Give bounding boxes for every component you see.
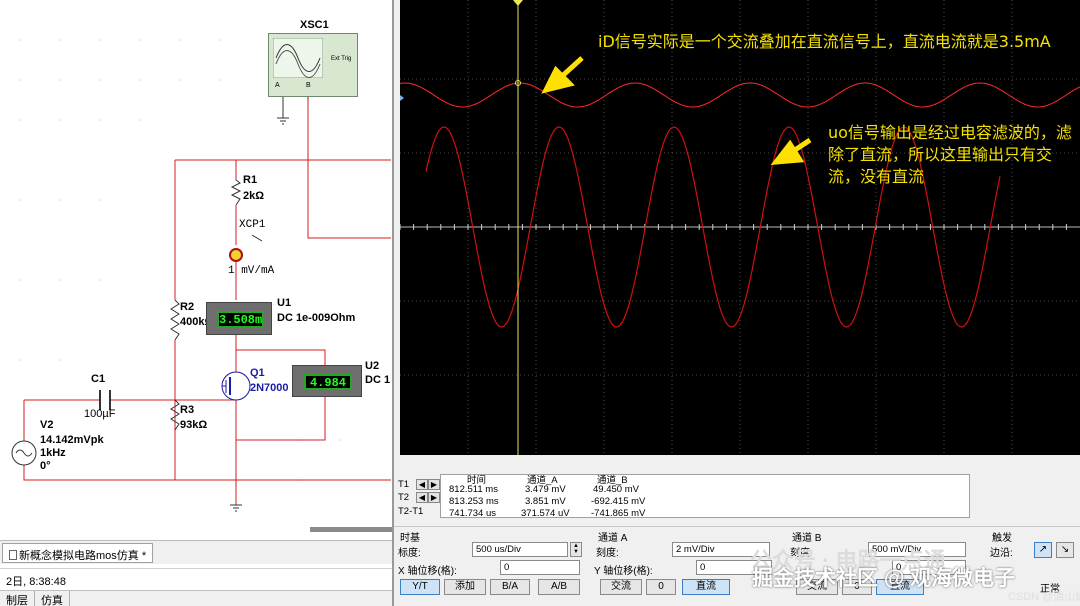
probe-name: XCP1: [239, 219, 266, 231]
schematic-canvas[interactable]: XSC1 A B Ext Trig R1 2kΩ XCP1 1 mV/mA R2…: [0, 0, 392, 540]
timebase-xpos-label: X 轴位移(格):: [398, 566, 457, 577]
readout-t2-time: 813.253 ms: [449, 496, 499, 507]
trigger-edge-label: 边沿:: [990, 548, 1013, 559]
yt-button[interactable]: Y/T: [400, 579, 440, 595]
cursor-readout: T1 ◀ ▶ T2 ◀ ▶ T2-T1 时间 通道_A 通道_B 812.511…: [394, 468, 1080, 524]
status-tab-simulation[interactable]: 仿真: [35, 591, 70, 606]
channel-a-zero-button[interactable]: 0: [646, 579, 676, 595]
osc-channel-a: A: [275, 82, 280, 89]
v2-name: V2: [40, 419, 54, 431]
scope-display: [400, 0, 1080, 455]
annotation-id-signal: iD信号实际是一个交流叠加在直流信号上，直流电流就是3.5mA: [598, 32, 1051, 51]
scope-screen-icon: [273, 38, 323, 78]
u2-name: U2: [365, 360, 380, 372]
status-datetime: 2日, 8:38:48: [6, 576, 66, 588]
timebase-scale-label: 标度:: [398, 548, 421, 559]
oscilloscope-window: iD信号实际是一个交流叠加在直流信号上，直流电流就是3.5mA uo信号输出是经…: [392, 0, 1080, 606]
document-tab-label: 新概念模拟电路mos仿真 *: [19, 550, 147, 562]
readout-row-t1-label: T1: [398, 479, 410, 490]
readout-table: 时间 通道_A 通道_B 812.511 ms 3.479 mV 49.450 …: [440, 474, 970, 519]
q1-name: Q1: [250, 367, 265, 379]
readout-diff-time: 741.734 us: [449, 508, 497, 519]
annotation-uo-signal: uo信号输出是经过电容滤波的，滤除了直流，所以这里输出只有交流，没有直流: [828, 123, 1072, 186]
r3-value: 93kΩ: [180, 419, 208, 431]
ba-button[interactable]: B/A: [490, 579, 530, 595]
u2-reading: 4.984: [304, 374, 352, 390]
osc-ext-trig: Ext Trig: [331, 56, 352, 62]
add-button[interactable]: 添加: [444, 579, 486, 595]
u2-desc: DC 1: [365, 374, 391, 386]
readout-row-diff-label: T2-T1: [398, 506, 424, 517]
osc-channel-b: B: [306, 82, 311, 89]
r3-name: R3: [180, 404, 195, 416]
annotation-arrows: [541, 56, 812, 165]
timebase-title: 时基: [400, 533, 420, 544]
r1-name: R1: [243, 174, 258, 186]
channel-a-dc-button[interactable]: 直流: [682, 579, 730, 595]
channel-a-title: 通道 A: [598, 533, 628, 544]
channel-a-scale-label: 刻度:: [596, 548, 619, 559]
readout-t1-a: 3.479 mV: [525, 484, 566, 495]
v2-frequency: 1kHz: [40, 447, 66, 459]
channel-a-trace: [400, 82, 1080, 108]
status-bar: 2日, 8:38:48: [0, 568, 392, 590]
oscilloscope-screen[interactable]: iD信号实际是一个交流叠加在直流信号上，直流电流就是3.5mA uo信号输出是经…: [400, 0, 1080, 455]
document-tab-bar: 新概念模拟电路mos仿真 *: [0, 540, 392, 564]
u2-multimeter[interactable]: 4.984: [292, 365, 362, 397]
c1-name: C1: [91, 373, 106, 385]
xsc1-oscilloscope[interactable]: A B Ext Trig: [268, 33, 358, 97]
readout-t2-a: 3.851 mV: [525, 496, 566, 507]
u1-name: U1: [277, 297, 292, 309]
t1-right-arrow-button[interactable]: ▶: [428, 479, 440, 490]
probe-scale: 1 mV/mA: [228, 265, 275, 277]
q1-model: 2N7000: [250, 382, 289, 394]
xsc1-label: XSC1: [300, 19, 329, 31]
readout-t2-b: -692.415 mV: [591, 496, 646, 507]
falling-edge-icon[interactable]: ↘: [1056, 542, 1074, 558]
trigger-title: 触发: [992, 533, 1012, 544]
u1-multimeter[interactable]: 3.508m: [206, 302, 272, 335]
watermark-line-2: 掘金技术社区 @ 观海微电子: [752, 567, 1016, 590]
cursor-t1-handle[interactable]: [513, 0, 523, 6]
channel-a-ac-button[interactable]: 交流: [600, 579, 642, 595]
readout-row-t2-label: T2: [398, 492, 410, 503]
channel-a-ypos-label: Y 轴位移(格):: [594, 566, 653, 577]
rising-edge-icon[interactable]: ↗: [1034, 542, 1052, 558]
readout-t1-time: 812.511 ms: [449, 484, 498, 495]
channel-b-title: 通道 B: [792, 533, 822, 544]
t2-left-arrow-button[interactable]: ◀: [416, 492, 428, 503]
timebase-scale-spinner[interactable]: ▲ ▼: [570, 542, 582, 557]
r2-name: R2: [180, 301, 195, 313]
watermark-line-3: CSDN @清山維拉: [1008, 591, 1080, 603]
channel-a-position-marker: [400, 95, 404, 101]
document-icon: [9, 550, 17, 560]
readout-diff-a: 371.574 uV: [521, 508, 570, 519]
ab-button[interactable]: A/B: [538, 579, 580, 595]
t2-right-arrow-button[interactable]: ▶: [428, 492, 440, 503]
readout-diff-b: -741.865 mV: [591, 508, 646, 519]
u1-reading: 3.508m: [217, 311, 264, 328]
readout-t1-b: 49.450 mV: [593, 484, 639, 495]
r1-value: 2kΩ: [243, 190, 265, 202]
u1-desc: DC 1e-009Ohm: [277, 312, 356, 324]
v2-phase: 0°: [40, 460, 51, 472]
c1-value: 100µF: [84, 408, 116, 420]
t1-left-arrow-button[interactable]: ◀: [416, 479, 428, 490]
timebase-scale-input[interactable]: 500 us/Div: [472, 542, 568, 557]
status-tab-layer[interactable]: 制层: [0, 591, 35, 606]
timebase-xpos-input[interactable]: 0: [500, 560, 580, 575]
document-tab[interactable]: 新概念模拟电路mos仿真 *: [2, 543, 154, 563]
status-tabs: 制层 仿真: [0, 590, 392, 606]
v2-amplitude: 14.142mVpk: [40, 434, 104, 446]
